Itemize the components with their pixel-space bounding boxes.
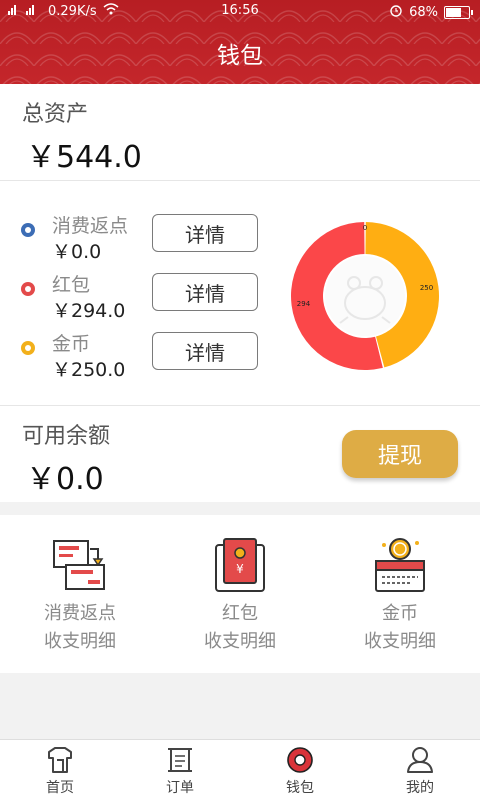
red-envelope-icon: ¥ <box>215 538 265 592</box>
asset-row-red-envelope: 红包 ￥294.0 详情 <box>0 270 280 330</box>
rebate-detail-button[interactable]: 详情 <box>152 214 258 252</box>
ledger-shortcuts: 消费返点 收支明细 ¥ 红包 收支明细 金币 收支明细 <box>0 515 480 673</box>
gold-coin-detail-button[interactable]: 详情 <box>152 332 258 370</box>
asset-value: ￥294.0 <box>52 300 126 322</box>
battery-percent: 68% <box>409 4 438 20</box>
wallet-coin-icon <box>287 747 313 773</box>
tab-label: 订单 <box>166 780 194 796</box>
total-assets-value: ￥544.0 <box>26 140 142 175</box>
ledger-subtitle: 收支明细 <box>44 631 116 652</box>
tab-wallet[interactable]: 钱包 <box>240 746 360 797</box>
rebate-ledger-icon <box>53 540 105 590</box>
donut-label-1: 250 <box>420 284 433 292</box>
ledger-title: 消费返点 <box>44 603 116 624</box>
bottom-tab-bar: 首页 订单 钱包 我的 <box>0 739 480 801</box>
withdraw-button[interactable]: 提现 <box>342 430 458 478</box>
app-header: 0.29K/s 16:56 68% 钱包 <box>0 0 480 84</box>
ledger-title: 红包 <box>222 603 258 624</box>
red-envelope-detail-button[interactable]: 详情 <box>152 273 258 311</box>
page-title: 钱包 <box>217 43 263 69</box>
status-bar: 0.29K/s 16:56 68% <box>0 0 480 22</box>
asset-name: 红包 <box>52 274 91 296</box>
scroll-icon <box>168 748 192 772</box>
asset-row-rebate: 消费返点 ￥0.0 详情 <box>0 211 280 271</box>
battery-icon <box>444 5 473 19</box>
gold-coin-box-icon <box>375 538 425 592</box>
tab-home[interactable]: 首页 <box>0 746 120 797</box>
ledger-subtitle: 收支明细 <box>204 631 276 652</box>
alarm-icon <box>389 3 403 21</box>
asset-name: 消费返点 <box>52 215 129 237</box>
asset-name: 金币 <box>52 333 91 355</box>
asset-value: ￥0.0 <box>52 241 102 263</box>
ledger-subtitle: 收支明细 <box>364 631 436 652</box>
available-balance-card: 可用余额 ￥0.0 提现 <box>0 406 480 502</box>
available-balance-label: 可用余额 <box>22 424 111 449</box>
tab-label: 首页 <box>46 780 74 796</box>
tab-label: 钱包 <box>286 780 314 796</box>
available-balance-value: ￥0.0 <box>26 462 104 497</box>
home-shirt-icon <box>48 747 72 773</box>
tab-orders[interactable]: 订单 <box>120 746 240 797</box>
user-icon <box>407 747 433 773</box>
asset-value: ￥250.0 <box>52 359 126 381</box>
rebate-dot-icon <box>21 223 35 237</box>
red-envelope-dot-icon <box>21 282 35 296</box>
svg-text:¥: ¥ <box>236 562 244 576</box>
frog-logo-icon <box>325 256 405 336</box>
donut-label-2: 294 <box>297 300 311 308</box>
donut-label-0: 0 <box>363 224 367 232</box>
total-assets-label: 总资产 <box>22 102 89 127</box>
asset-row-gold-coin: 金币 ￥250.0 详情 <box>0 329 280 389</box>
red-envelope-ledger-link[interactable]: ¥ 红包 收支明细 <box>160 535 320 665</box>
asset-donut-chart: 0 250 294 <box>290 222 439 370</box>
tab-label: 我的 <box>406 780 434 796</box>
gold-coin-dot-icon <box>21 341 35 355</box>
asset-breakdown-card: 消费返点 ￥0.0 详情 红包 ￥294.0 详情 金币 ￥250.0 详情 0… <box>0 181 480 406</box>
gold-coin-ledger-link[interactable]: 金币 收支明细 <box>320 535 480 665</box>
total-assets-card: 总资产 ￥544.0 <box>0 84 480 181</box>
ledger-title: 金币 <box>382 603 418 624</box>
tab-profile[interactable]: 我的 <box>360 746 480 797</box>
rebate-ledger-link[interactable]: 消费返点 收支明细 <box>0 535 160 665</box>
